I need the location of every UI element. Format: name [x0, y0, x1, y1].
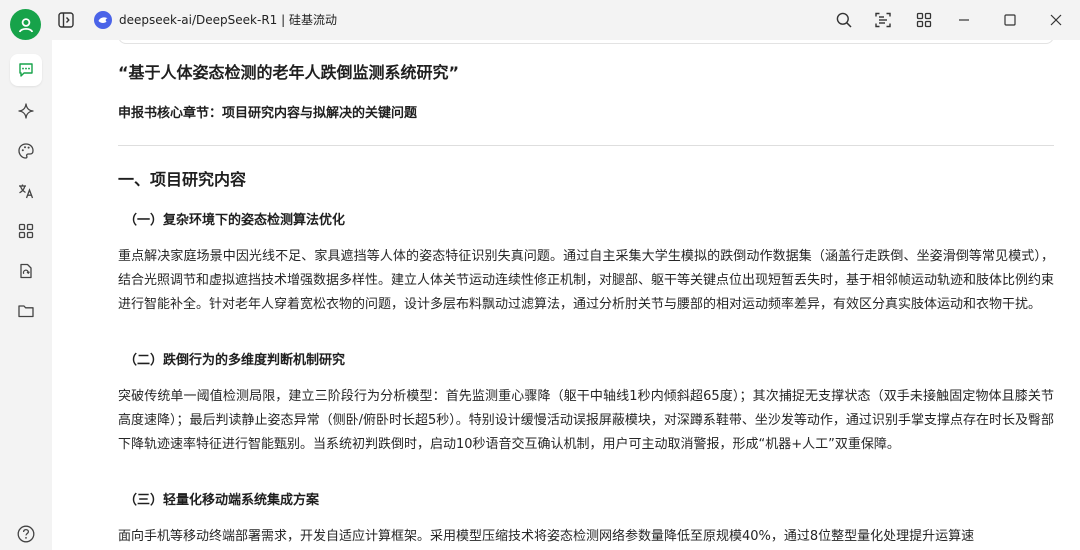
previous-message-card — [118, 40, 1054, 44]
title-bar: deepseek-ai/DeepSeek-R1 | 硅基流动 — [0, 0, 1080, 40]
document-sync-icon[interactable] — [10, 255, 42, 287]
scan-icon[interactable] — [873, 10, 893, 30]
app-logo-icon — [94, 11, 112, 29]
paragraph-3: 面向手机等移动终端部署需求，开发自适应计算框架。采用模型压缩技术将姿态检测网络参… — [118, 529, 975, 544]
grid-view-icon[interactable] — [914, 10, 934, 30]
paragraph-1: 重点解决家庭场景中因光线不足、家具遮挡等人体的姿态特征识别失真问题。通过自主采集… — [118, 249, 1055, 312]
minimize-icon[interactable] — [954, 10, 974, 30]
chat-content-panel[interactable]: “基于人体姿态检测的老年人跌倒监测系统研究” 申报书核心章节：项目研究内容与拟解… — [52, 40, 1080, 550]
palette-icon[interactable] — [10, 135, 42, 167]
section-heading: 一、项目研究内容 — [118, 170, 247, 189]
chat-icon[interactable] — [10, 54, 42, 86]
left-rail — [0, 40, 52, 550]
translate-icon[interactable] — [10, 175, 42, 207]
paragraph-2: 突破传统单一阈值检测局限，建立三阶段行为分析模型：首先监测重心骤降（躯干中轴线1… — [118, 389, 1054, 452]
document-subtitle: 申报书核心章节：项目研究内容与拟解决的关键问题 — [118, 106, 418, 121]
apps-icon[interactable] — [10, 215, 42, 247]
folder-icon[interactable] — [10, 295, 42, 327]
help-icon[interactable] — [10, 518, 42, 550]
window-title: deepseek-ai/DeepSeek-R1 | 硅基流动 — [119, 13, 337, 27]
sparkle-icon[interactable] — [10, 95, 42, 127]
user-avatar-icon[interactable] — [10, 9, 41, 40]
horizontal-divider — [118, 145, 1054, 146]
sidebar-toggle-icon[interactable] — [57, 11, 75, 29]
document-title: “基于人体姿态检测的老年人跌倒监测系统研究” — [118, 63, 460, 82]
subsection-heading-1: （一）复杂环境下的姿态检测算法优化 — [124, 213, 346, 228]
close-icon[interactable] — [1046, 10, 1066, 30]
maximize-icon[interactable] — [1000, 10, 1020, 30]
subsection-heading-2: （二）跌倒行为的多维度判断机制研究 — [124, 353, 346, 368]
search-icon[interactable] — [834, 10, 854, 30]
subsection-heading-3: （三）轻量化移动端系统集成方案 — [124, 493, 320, 508]
